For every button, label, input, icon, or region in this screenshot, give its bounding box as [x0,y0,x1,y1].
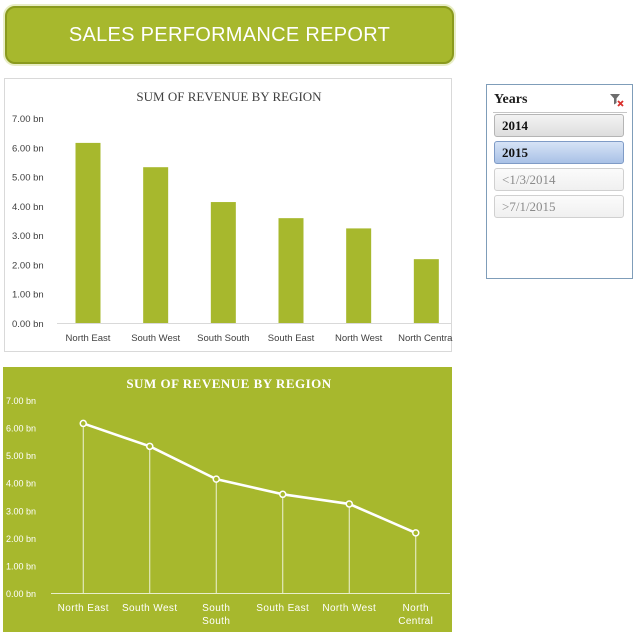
y-tick-label: 0.00 bn [12,319,44,330]
y-tick-label: 0.00 bn [6,589,36,599]
x-tick-label: North West [322,603,376,614]
x-tick-label: North East [58,603,109,614]
chart-title: SUM OF REVENUE BY REGION [126,376,331,391]
bar-south-south [210,202,236,323]
y-tick-label: 6.00 bn [6,424,36,434]
y-tick-label: 4.00 bn [6,479,36,489]
report-title-banner: SALES PERFORMANCE REPORT [5,6,454,64]
y-tick-label: 7.00 bn [6,396,36,406]
slicer-header: Years [493,89,627,113]
bar-south-west [143,167,169,323]
line-chart[interactable]: SUM OF REVENUE BY REGION 0.00 bn 1.00 bn 2.… [3,367,452,632]
y-tick-label: 5.00 bn [6,451,36,461]
bar-south-east [278,218,304,323]
x-tick-label: Central [398,616,433,627]
x-tick-label: South West [122,603,178,614]
y-tick-label: 3.00 bn [6,506,36,516]
bar-chart[interactable]: SUM OF REVENUE BY REGION 0.00 bn 1.00 bn 2.… [4,78,453,352]
y-tick-label: 4.00 bn [12,202,44,213]
slicer-item-before-range[interactable]: <1/3/2014 [494,168,624,191]
x-tick-label: North West [335,333,383,344]
y-tick-label: 5.00 bn [12,173,44,184]
x-tick-label: South [202,603,230,614]
x-tick-label: South West [131,333,180,344]
slicer-item-2014[interactable]: 2014 [494,114,624,137]
x-tick-label: South South [197,333,249,344]
y-tick-label: 2.00 bn [12,260,44,271]
y-tick-label: 1.00 bn [6,561,36,571]
y-tick-label: 6.00 bn [12,143,44,154]
x-tick-label: North Central [398,333,453,344]
series-line [82,422,417,535]
point-north-central [412,529,420,537]
bar-north-east [75,142,101,323]
bar-north-west [346,228,372,323]
y-tick-label: 3.00 bn [12,231,44,242]
years-slicer[interactable]: Years 2014 2015 <1/3/2014 >7/1/2015 [486,84,633,279]
point-north-west [345,500,353,508]
slicer-item-2015[interactable]: 2015 [494,141,624,164]
chart-title: SUM OF REVENUE BY REGION [136,89,322,104]
x-tick-label: South East [268,333,315,344]
bar-chart-svg: SUM OF REVENUE BY REGION 0.00 bn 1.00 bn 2.… [12,89,453,344]
line-chart-svg: SUM OF REVENUE BY REGION 0.00 bn 1.00 bn 2.… [6,376,450,627]
y-tick-label: 7.00 bn [12,114,44,125]
point-south-south [212,475,220,483]
report-title: SALES PERFORMANCE REPORT [68,23,391,46]
x-tick-label: North [403,603,429,614]
y-tick-label: 2.00 bn [6,534,36,544]
x-tick-label: South [202,616,230,627]
y-tick-label: 1.00 bn [12,290,44,301]
point-north-east [79,419,87,428]
clear-filter-icon[interactable] [609,92,625,108]
slicer-title: Years [494,92,528,107]
x-tick-label: South East [256,603,309,614]
bar-north-central [413,259,439,323]
point-south-east [279,490,287,499]
x-tick-label: North East [66,333,111,344]
point-south-west [146,442,154,451]
slicer-item-after-range[interactable]: >7/1/2015 [494,195,624,218]
